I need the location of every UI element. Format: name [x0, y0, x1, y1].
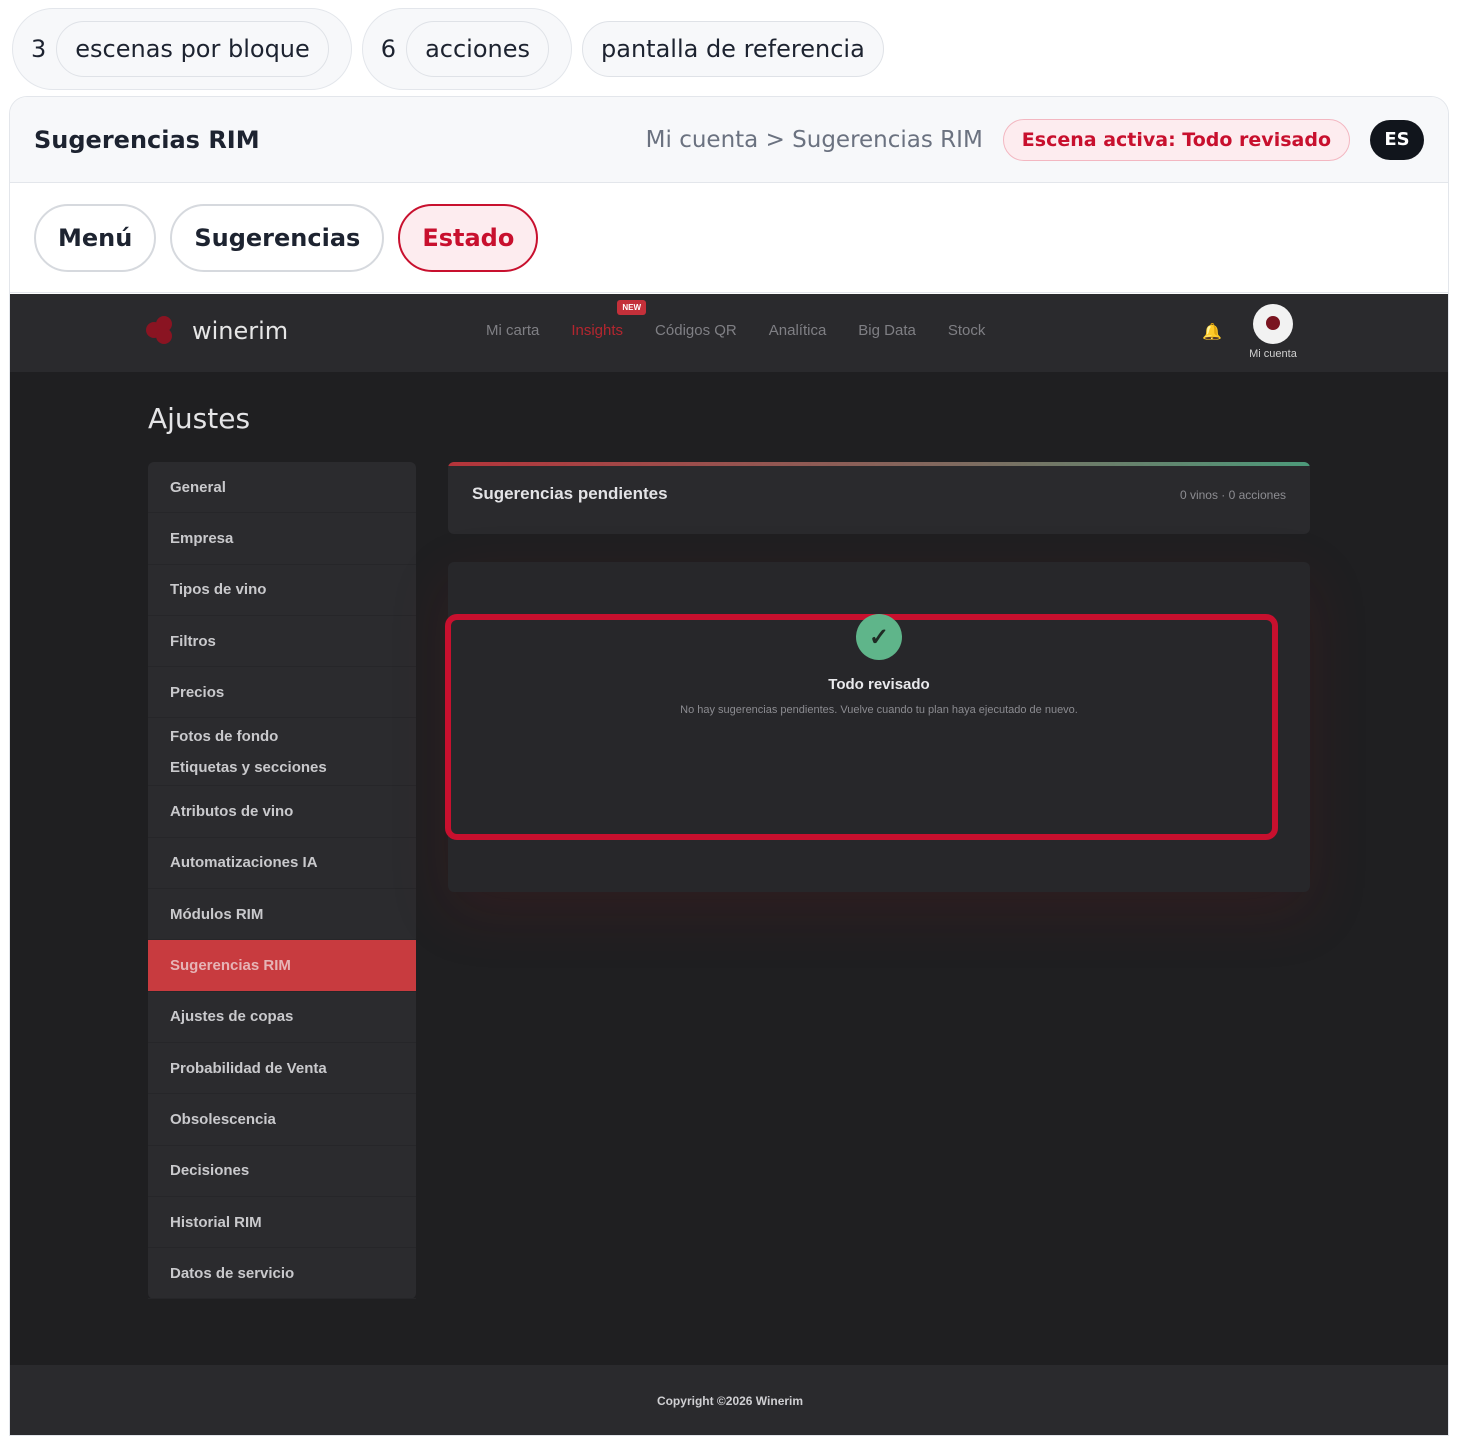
sidebar-item-fotos-de-fondo[interactable]: Fotos de fondo — [170, 728, 278, 745]
pending-meta: 0 vinos · 0 acciones — [1179, 488, 1286, 502]
scenes-label-chip: escenas por bloque — [56, 21, 329, 77]
sidebar-item-decisiones[interactable]: Decisiones — [148, 1146, 416, 1197]
language-badge[interactable]: ES — [1370, 119, 1424, 160]
account-label: Mi cuenta — [1249, 348, 1297, 360]
empty-state-subtitle: No hay sugerencias pendientes. Vuelve cu… — [680, 704, 1078, 716]
scene-summary-chips: 3 escenas por bloque 6 acciones pantalla… — [12, 8, 884, 90]
pending-title: Sugerencias pendientes — [472, 484, 668, 503]
gradient-bar — [448, 462, 1310, 466]
new-badge: NEW — [617, 300, 647, 315]
sidebar-item-tipos-de-vino[interactable]: Tipos de vino — [148, 565, 416, 616]
tab-estado[interactable]: Estado — [398, 203, 539, 272]
scene-frame: Sugerencias RIM Mi cuenta > Sugerencias … — [9, 96, 1449, 1436]
nav-item-mi-carta[interactable]: Mi carta — [486, 322, 539, 339]
nav-item-analitica[interactable]: Analítica — [769, 322, 827, 339]
nav-item-insights[interactable]: Insights NEW — [571, 300, 647, 339]
avatar — [1253, 304, 1293, 344]
sidebar-item-filtros[interactable]: Filtros — [148, 616, 416, 668]
sidebar-item-general[interactable]: General — [148, 462, 416, 514]
scene-tabs: Menú Sugerencias Estado — [10, 183, 1448, 293]
actions-chip-group: 6 acciones — [361, 8, 572, 90]
breadcrumb: Mi cuenta > Sugerencias RIM — [645, 126, 983, 153]
actions-count: 6 — [380, 35, 397, 63]
app-nav-menu: Mi carta Insights NEW Códigos QR Analíti… — [486, 300, 986, 339]
sidebar-item-etiquetas[interactable]: Etiquetas y secciones — [170, 759, 327, 776]
frame-title: Sugerencias RIM — [34, 125, 260, 154]
sidebar-item-sugerencias-rim[interactable]: Sugerencias RIM — [148, 940, 416, 992]
check-circle-icon: ✓ — [856, 614, 902, 660]
grape-logo-icon — [146, 316, 180, 346]
app-logo[interactable]: winerim — [146, 316, 288, 346]
scenes-count: 3 — [31, 35, 47, 63]
sidebar-item-ajustes-copas[interactable]: Ajustes de copas — [148, 992, 416, 1043]
account-menu[interactable]: Mi cuenta — [1238, 304, 1308, 360]
nav-item-stock[interactable]: Stock — [948, 322, 986, 339]
sidebar-item-historial-rim[interactable]: Historial RIM — [148, 1197, 416, 1249]
bell-icon[interactable]: 🔔 — [1202, 322, 1222, 341]
reference-screen-chip: pantalla de referencia — [582, 21, 884, 77]
pending-suggestions-card: Sugerencias pendientes 0 vinos · 0 accio… — [448, 462, 1310, 534]
copyright-text: Copyright ©2026 Winerim — [656, 1394, 804, 1408]
sidebar-item-automatizaciones[interactable]: Automatizaciones IA — [148, 838, 416, 890]
sidebar-item-probabilidad-venta[interactable]: Probabilidad de Venta — [148, 1043, 416, 1095]
active-scene-badge: Escena activa: Todo revisado — [1002, 118, 1350, 161]
sidebar-item-obsolescencia[interactable]: Obsolescencia — [148, 1094, 416, 1146]
sidebar-item-datos-servicio[interactable]: Datos de servicio — [148, 1248, 416, 1300]
sidebar-group-fotos-etiquetas: Fotos de fondo Etiquetas y secciones — [148, 718, 416, 787]
actions-label-chip: acciones — [406, 21, 549, 77]
app-footer: Copyright ©2026 Winerim — [10, 1365, 1448, 1435]
tab-sugerencias[interactable]: Sugerencias — [170, 203, 385, 272]
app-top-nav: winerim Mi carta Insights NEW Códigos QR… — [10, 294, 1448, 372]
empty-state-title: Todo revisado — [828, 676, 930, 693]
tab-menu[interactable]: Menú — [34, 203, 157, 272]
settings-sidebar: General Empresa Tipos de vino Filtros Pr… — [148, 462, 416, 1300]
sidebar-item-atributos[interactable]: Atributos de vino — [148, 786, 416, 838]
nav-item-big-data[interactable]: Big Data — [858, 322, 916, 339]
app-screenshot: winerim Mi carta Insights NEW Códigos QR… — [10, 294, 1448, 1435]
nav-item-codigos-qr[interactable]: Códigos QR — [655, 322, 737, 339]
sidebar-item-modulos-rim[interactable]: Módulos RIM — [148, 889, 416, 941]
frame-header: Sugerencias RIM Mi cuenta > Sugerencias … — [10, 97, 1448, 183]
page-title: Ajustes — [148, 402, 251, 435]
sidebar-item-empresa[interactable]: Empresa — [148, 513, 416, 565]
nav-item-insights-label: Insights — [571, 322, 624, 339]
sidebar-item-precios[interactable]: Precios — [148, 667, 416, 719]
scenes-chip-group: 3 escenas por bloque — [12, 8, 352, 90]
logo-text: winerim — [192, 317, 289, 345]
